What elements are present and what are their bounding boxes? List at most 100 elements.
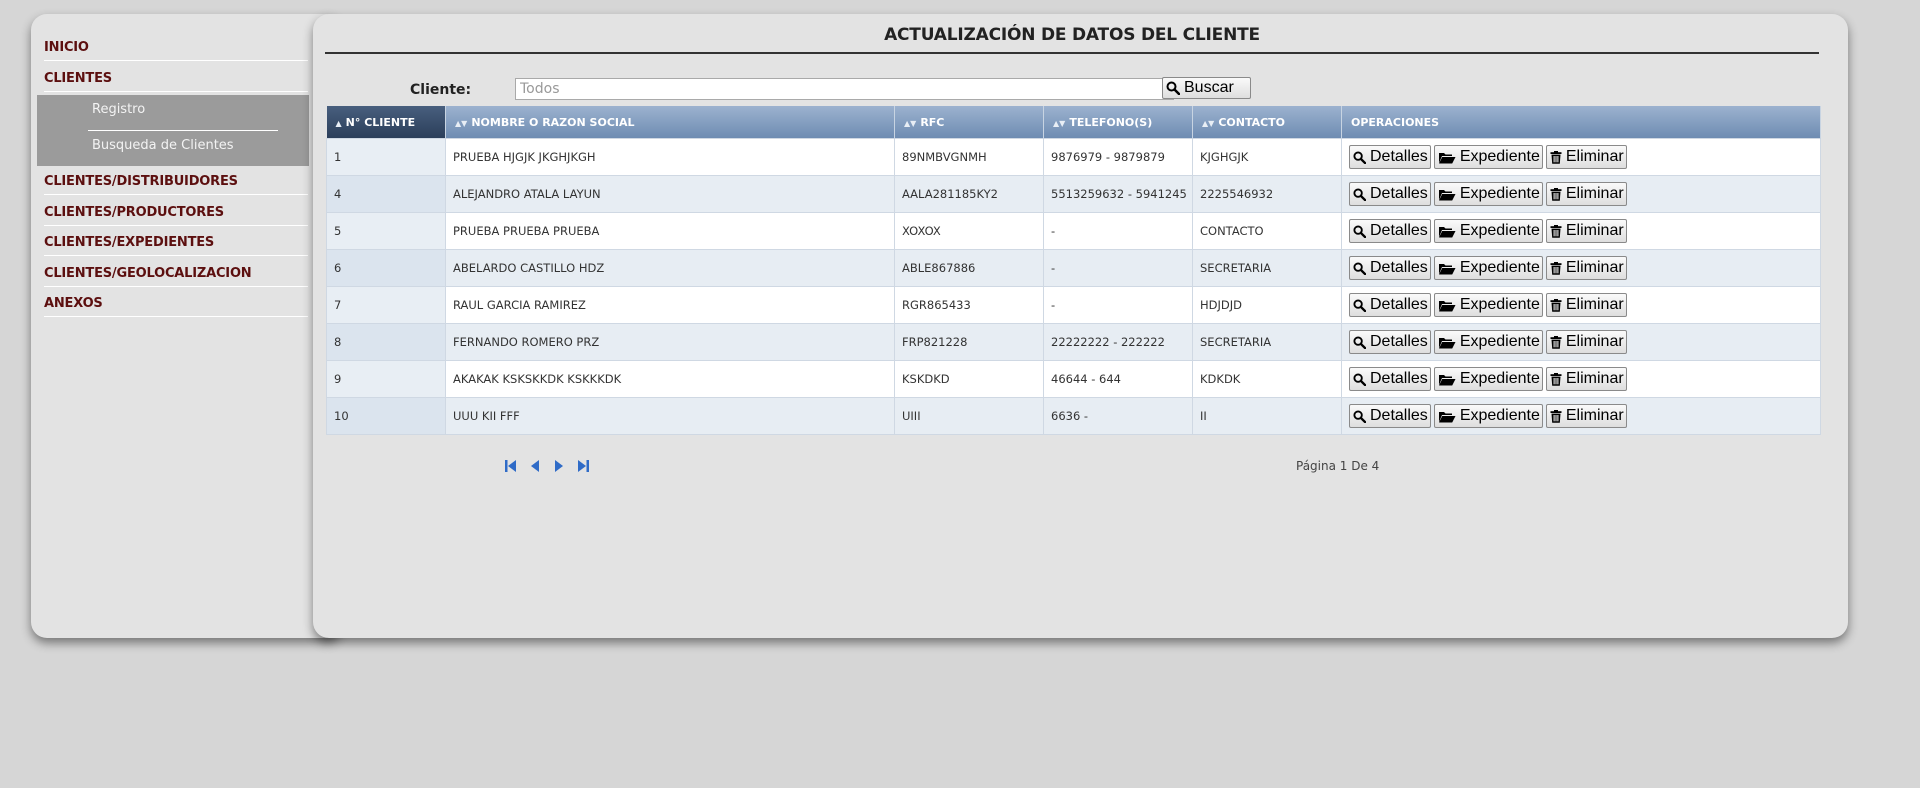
- sidebar-item-expedientes[interactable]: CLIENTES/EXPEDIENTES: [44, 235, 308, 256]
- trash-icon: [1550, 298, 1562, 312]
- column-header-label: OPERACIONES: [1351, 115, 1440, 129]
- folder-open-icon: [1438, 189, 1456, 200]
- expediente-button[interactable]: Expediente: [1433, 404, 1543, 428]
- table-row[interactable]: 10 UUU KII FFF UIII 6636 - II Detalles Expedie…: [326, 397, 1821, 435]
- search-icon: [1353, 298, 1366, 312]
- cell-telefono: 22222222 - 222222: [1043, 323, 1193, 361]
- expediente-button[interactable]: Expediente: [1433, 182, 1543, 206]
- details-button-label: Detalles: [1370, 222, 1428, 239]
- folder-open-icon: [1438, 263, 1456, 274]
- column-header-no-cliente[interactable]: ▲ N° CLIENTE: [326, 106, 446, 139]
- cell-contacto: II: [1192, 397, 1342, 435]
- cell-operaciones: Detalles Expediente Eliminar: [1341, 212, 1821, 250]
- expediente-button[interactable]: Expediente: [1433, 367, 1543, 391]
- cell-rfc: ABLE867886: [894, 249, 1044, 287]
- expediente-button[interactable]: Expediente: [1433, 219, 1543, 243]
- sort-icon: ▲▼: [904, 118, 917, 128]
- details-button[interactable]: Detalles: [1349, 219, 1431, 243]
- sort-icon: ▲▼: [1202, 118, 1215, 128]
- expediente-button[interactable]: Expediente: [1433, 330, 1543, 354]
- cell-no-cliente: 4: [326, 175, 446, 213]
- cell-telefono: -: [1043, 286, 1193, 324]
- details-button[interactable]: Detalles: [1349, 330, 1431, 354]
- last-page-icon[interactable]: [574, 457, 592, 475]
- column-header-nombre[interactable]: ▲▼ NOMBRE O RAZON SOCIAL: [445, 106, 895, 139]
- column-header-contacto[interactable]: ▲▼ CONTACTO: [1192, 106, 1342, 139]
- search-icon: [1353, 224, 1366, 238]
- details-button[interactable]: Detalles: [1349, 404, 1431, 428]
- table-row[interactable]: 4 ALEJANDRO ATALA LAYUN AALA281185KY2 55132…: [326, 175, 1821, 213]
- search-input[interactable]: [515, 78, 1174, 100]
- submenu-clientes: Registro Busqueda de Clientes: [37, 95, 309, 166]
- table-row[interactable]: 6 ABELARDO CASTILLO HDZ ABLE867886- SECRETA…: [326, 249, 1821, 287]
- submenu-item-registro[interactable]: Registro: [92, 102, 145, 117]
- row-actions: Detalles Expediente Eliminar: [1349, 145, 1820, 169]
- expediente-button[interactable]: Expediente: [1433, 145, 1543, 169]
- cell-rfc: XOXOX: [894, 212, 1044, 250]
- row-actions: Detalles Expediente Eliminar: [1349, 330, 1820, 354]
- sidebar-item-clientes[interactable]: CLIENTES: [44, 71, 308, 92]
- row-actions: Detalles Expediente Eliminar: [1349, 256, 1820, 280]
- search-icon: [1353, 372, 1366, 386]
- submenu-item-busqueda[interactable]: Busqueda de Clientes: [92, 138, 234, 153]
- expediente-button[interactable]: Expediente: [1433, 256, 1543, 280]
- delete-button[interactable]: Eliminar: [1545, 219, 1627, 243]
- search-button[interactable]: Buscar: [1162, 77, 1251, 99]
- row-actions: Detalles Expediente Eliminar: [1349, 219, 1820, 243]
- table-row[interactable]: 1 PRUEBA HJGJK JKGHJKGH 89NMBVGNMH 9876979 …: [326, 138, 1821, 176]
- pagination-info: Página 1 De 4: [1296, 459, 1380, 473]
- search-icon: [1166, 81, 1180, 95]
- column-header-label: TELEFONO(S): [1069, 115, 1153, 129]
- table-row[interactable]: 8 FERNANDO ROMERO PRZ FRP821228 22222222 - …: [326, 323, 1821, 361]
- trash-icon: [1550, 187, 1562, 201]
- table-row[interactable]: 9 AKAKAK KSKSKKDK KSKKKDK KSKDKD 46644 - 64…: [326, 360, 1821, 398]
- row-actions: Detalles Expediente Eliminar: [1349, 182, 1820, 206]
- cell-nombre: ABELARDO CASTILLO HDZ: [445, 249, 895, 287]
- delete-button[interactable]: Eliminar: [1545, 182, 1627, 206]
- cell-operaciones: Detalles Expediente Eliminar: [1341, 397, 1821, 435]
- column-header-telefono[interactable]: ▲▼ TELEFONO(S): [1043, 106, 1193, 139]
- sort-icon: ▲▼: [1053, 118, 1066, 128]
- cell-contacto: 2225546932: [1192, 175, 1342, 213]
- details-button[interactable]: Detalles: [1349, 145, 1431, 169]
- delete-button[interactable]: Eliminar: [1545, 256, 1627, 280]
- next-page-icon[interactable]: [550, 457, 568, 475]
- page-title: ACTUALIZACIÓN DE DATOS DEL CLIENTE: [325, 25, 1819, 54]
- cell-telefono: 9876979 - 9879879: [1043, 138, 1193, 176]
- folder-open-icon: [1438, 337, 1456, 348]
- column-header-rfc[interactable]: ▲▼ RFC: [894, 106, 1044, 139]
- column-header-label: CONTACTO: [1218, 115, 1286, 129]
- sidebar-item-geolocalizacion[interactable]: CLIENTES/GEOLOCALIZACION: [44, 266, 308, 287]
- sidebar-item-inicio[interactable]: INICIO: [44, 40, 308, 61]
- table-row[interactable]: 7 RAUL GARCIA RAMIREZ RGR865433- HDJDJD Deta…: [326, 286, 1821, 324]
- delete-button[interactable]: Eliminar: [1545, 404, 1627, 428]
- details-button[interactable]: Detalles: [1349, 182, 1431, 206]
- details-button[interactable]: Detalles: [1349, 256, 1431, 280]
- delete-button[interactable]: Eliminar: [1545, 367, 1627, 391]
- cell-rfc: UIII: [894, 397, 1044, 435]
- table-row[interactable]: 5 PRUEBA PRUEBA PRUEBA XOXOX - CONTACTO Detal…: [326, 212, 1821, 250]
- cell-nombre: FERNANDO ROMERO PRZ: [445, 323, 895, 361]
- sidebar-item-productores[interactable]: CLIENTES/PRODUCTORES: [44, 205, 308, 226]
- details-button[interactable]: Detalles: [1349, 293, 1431, 317]
- details-button-label: Detalles: [1370, 370, 1428, 387]
- column-header-label: N° CLIENTE: [345, 115, 416, 129]
- folder-open-icon: [1438, 226, 1456, 237]
- prev-page-icon[interactable]: [526, 457, 544, 475]
- sidebar-item-distribuidores[interactable]: CLIENTES/DISTRIBUIDORES: [44, 174, 308, 195]
- cell-operaciones: Detalles Expediente Eliminar: [1341, 175, 1821, 213]
- delete-button[interactable]: Eliminar: [1545, 330, 1627, 354]
- cell-rfc: RGR865433: [894, 286, 1044, 324]
- sidebar-item-anexos[interactable]: ANEXOS: [44, 296, 308, 317]
- folder-open-icon: [1438, 411, 1456, 422]
- cell-operaciones: Detalles Expediente Eliminar: [1341, 138, 1821, 176]
- details-button[interactable]: Detalles: [1349, 367, 1431, 391]
- delete-button-label: Eliminar: [1565, 222, 1624, 239]
- expediente-button[interactable]: Expediente: [1433, 293, 1543, 317]
- trash-icon: [1550, 335, 1562, 349]
- delete-button-label: Eliminar: [1565, 407, 1624, 424]
- delete-button[interactable]: Eliminar: [1545, 145, 1627, 169]
- delete-button[interactable]: Eliminar: [1545, 293, 1627, 317]
- first-page-icon[interactable]: [502, 457, 520, 475]
- sort-asc-icon: ▲: [335, 118, 342, 128]
